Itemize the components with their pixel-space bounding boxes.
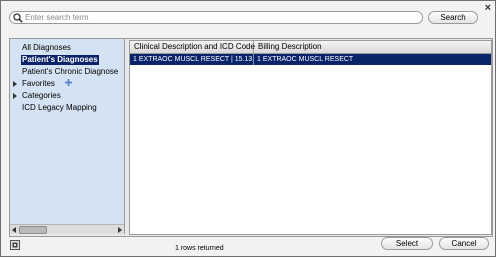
column-header-billing-description[interactable]: Billing Description bbox=[254, 41, 491, 53]
results-panel: All Diagnoses Patient's Diagnoses Patien… bbox=[9, 38, 493, 237]
diagnosis-tree: All Diagnoses Patient's Diagnoses Patien… bbox=[10, 39, 125, 234]
scroll-left-icon[interactable] bbox=[12, 227, 16, 233]
table-row[interactable]: 1 EXTRAOC MUSCL RESECT | 15.13 1 EXTRAOC… bbox=[130, 54, 491, 65]
rows-returned-status: 1 rows returned bbox=[175, 245, 224, 252]
results-grid: Clinical Description and ICD Code Billin… bbox=[129, 40, 492, 235]
tree-item-patients-chronic-diagnoses[interactable]: Patient's Chronic Diagnose bbox=[22, 67, 118, 77]
select-button[interactable]: Select bbox=[381, 237, 433, 250]
tree-item-icd-legacy-mapping[interactable]: ICD Legacy Mapping bbox=[22, 103, 97, 113]
search-button[interactable]: Search bbox=[428, 11, 478, 24]
tree-horizontal-scrollbar[interactable] bbox=[10, 224, 124, 234]
column-header-clinical-description[interactable]: Clinical Description and ICD Code bbox=[130, 41, 255, 53]
expand-arrow-icon[interactable] bbox=[13, 93, 17, 99]
expand-arrow-icon[interactable] bbox=[13, 81, 17, 87]
cell-clinical-description: 1 EXTRAOC MUSCL RESECT | 15.13 bbox=[130, 54, 254, 65]
close-icon[interactable]: × bbox=[485, 2, 491, 14]
settings-icon[interactable] bbox=[10, 240, 20, 250]
grid-header: Clinical Description and ICD Code Billin… bbox=[130, 41, 491, 54]
scrollbar-thumb[interactable] bbox=[19, 226, 47, 234]
diagnosis-search-dialog: × Search All Diagnoses Patient's Diagnos… bbox=[0, 0, 496, 257]
cancel-button[interactable]: Cancel bbox=[439, 237, 489, 250]
search-icon bbox=[13, 13, 23, 23]
scroll-right-icon[interactable] bbox=[118, 227, 122, 233]
add-favorite-icon[interactable] bbox=[64, 78, 73, 87]
tree-item-favorites[interactable]: Favorites bbox=[22, 79, 55, 89]
search-field[interactable] bbox=[9, 11, 423, 24]
tree-item-all-diagnoses[interactable]: All Diagnoses bbox=[22, 43, 71, 53]
search-input[interactable] bbox=[25, 12, 415, 23]
tree-item-categories[interactable]: Categories bbox=[22, 91, 61, 101]
tree-item-patients-diagnoses[interactable]: Patient's Diagnoses bbox=[21, 55, 99, 65]
cell-billing-description: 1 EXTRAOC MUSCL RESECT bbox=[257, 56, 354, 63]
